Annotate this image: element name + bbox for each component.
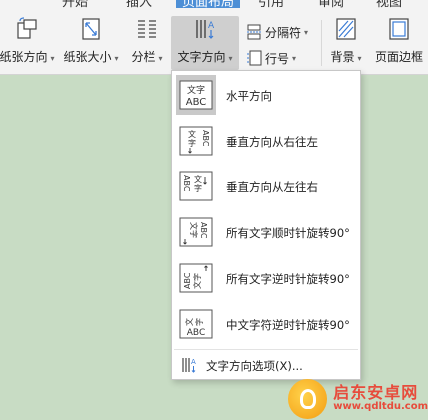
tab-view[interactable]: 视图 [376, 0, 402, 8]
separator-icon [247, 24, 261, 40]
paper-size-button[interactable]: 纸张大小 ▾ [62, 16, 120, 70]
text-direction-options-label: 文字方向选项(X)... [206, 359, 303, 373]
menu-item-label: 垂直方向从左往右 [226, 180, 318, 194]
tab-page-layout[interactable]: 页面布局 [176, 0, 241, 8]
menu-item-label: 中文字符逆时针旋转90° [226, 318, 350, 332]
thumb-bottom-text: ABC [182, 175, 191, 192]
columns-label: 分栏 [131, 50, 156, 64]
background-label: 背景 [330, 50, 355, 64]
menu-item-cjk-rotate-ccw[interactable]: 文 字 ABC 中文字符逆时针旋转90° [172, 302, 360, 346]
watermark: 启东安卓网 www.qdltdu.com [288, 378, 428, 420]
line-number-label: 行号 [265, 51, 290, 66]
paper-size-icon [78, 16, 104, 42]
svg-text:字: 字 [188, 138, 196, 148]
text-direction-label: 文字方向 [177, 50, 226, 64]
tab-references[interactable]: 引用 [258, 0, 284, 8]
horizontal-text-icon: 文字 ABC [176, 75, 216, 115]
tab-review[interactable]: 审阅 [318, 0, 344, 8]
chevron-down-icon: ▾ [304, 27, 309, 37]
separator-label: 分隔符 [265, 25, 302, 40]
page-border-label: 页面边框 [374, 50, 423, 64]
text-direction-icon: A [192, 16, 218, 42]
svg-text:字: 字 [194, 183, 202, 193]
thumb-bottom-text: ABC [201, 130, 210, 147]
svg-text:A: A [191, 358, 196, 366]
ribbon: 开始 插入 页面布局 引用 审阅 视图 纸张方向 ▾ 纸张大小 ▾ 分栏 ▾ A… [0, 0, 428, 75]
paper-orientation-icon [14, 16, 40, 42]
paper-orientation-label: 纸张方向 [0, 50, 48, 64]
columns-button[interactable]: 分栏 ▾ [128, 16, 166, 70]
text-direction-button[interactable]: A 文字方向 ▾ [171, 16, 239, 70]
menu-item-vertical-rtl[interactable]: ABC 文 字 垂直方向从右往左 [172, 119, 360, 163]
columns-icon [134, 16, 160, 42]
vertical-rtl-icon: ABC 文 字 [176, 121, 216, 161]
line-number-icon [247, 50, 262, 66]
rotate-ccw-icon: ABC 文字 [176, 258, 216, 298]
watermark-title: 启东安卓网 [333, 383, 419, 403]
text-direction-options-item[interactable]: A 文字方向选项(X)... [172, 353, 360, 377]
chevron-down-icon: ▾ [292, 53, 297, 63]
menu-item-label: 水平方向 [226, 89, 272, 103]
tab-insert[interactable]: 插入 [126, 0, 152, 8]
cjk-rotate-ccw-icon: 文 字 ABC [176, 304, 216, 344]
ribbon-tab-strip: 开始 插入 页面布局 引用 审阅 视图 [0, 0, 428, 8]
svg-text:文: 文 [188, 129, 196, 139]
thumb-bottom-text: ABC [186, 97, 207, 108]
thumb-top-text: 文字 [187, 84, 205, 96]
thumb-top-text: 文字 [192, 273, 202, 289]
background-button[interactable]: 背景 ▾ [326, 16, 366, 70]
text-direction-menu: 文字 ABC 水平方向 ABC 文 字 垂直方向从右往左 ABC 文 字 垂直方… [171, 70, 361, 380]
menu-item-rotate-cw[interactable]: ABC 文字 所有文字顺时针旋转90° [172, 210, 360, 254]
chevron-down-icon: ▾ [158, 54, 163, 63]
chevron-down-icon: ▾ [50, 54, 55, 63]
menu-item-horizontal[interactable]: 文字 ABC 水平方向 [172, 73, 360, 117]
svg-text:字: 字 [194, 318, 204, 326]
watermark-url: www.qdltdu.com [333, 401, 428, 413]
chevron-down-icon: ▾ [114, 54, 119, 63]
menu-item-label: 所有文字顺时针旋转90° [226, 226, 350, 240]
chevron-down-icon: ▾ [228, 54, 233, 63]
page-border-button[interactable]: 页面边框 [370, 16, 428, 70]
ribbon-divider [321, 20, 322, 66]
tab-home[interactable]: 开始 [62, 0, 88, 8]
separator-button[interactable]: 分隔符 ▾ [246, 22, 308, 42]
paper-size-label: 纸张大小 [63, 50, 112, 64]
line-number-button[interactable]: 行号 ▾ [246, 48, 296, 68]
rotate-cw-icon: ABC 文字 [176, 212, 216, 252]
vertical-ltr-icon: ABC 文 字 [176, 166, 216, 206]
menu-divider [174, 349, 358, 350]
watermark-logo-icon [288, 379, 328, 419]
thumb-bottom-text: ABC [187, 328, 205, 338]
thumb-top-text: 文字 [189, 222, 199, 238]
menu-item-label: 所有文字逆时针旋转90° [226, 272, 350, 286]
menu-item-vertical-ltr[interactable]: ABC 文 字 垂直方向从左往右 [172, 164, 360, 208]
menu-item-rotate-ccw[interactable]: ABC 文字 所有文字逆时针旋转90° [172, 256, 360, 300]
menu-item-label: 垂直方向从右往左 [226, 135, 318, 149]
text-direction-icon: A [182, 358, 196, 373]
thumb-bottom-text: ABC [199, 222, 208, 239]
page-border-icon [386, 16, 412, 42]
svg-text:文: 文 [184, 318, 194, 326]
svg-text:文: 文 [194, 174, 202, 184]
svg-text:A: A [208, 21, 215, 31]
chevron-down-icon: ▾ [357, 54, 362, 63]
background-icon [333, 16, 359, 42]
paper-orientation-button[interactable]: 纸张方向 ▾ [0, 16, 55, 70]
thumb-bottom-text: ABC [183, 272, 192, 289]
